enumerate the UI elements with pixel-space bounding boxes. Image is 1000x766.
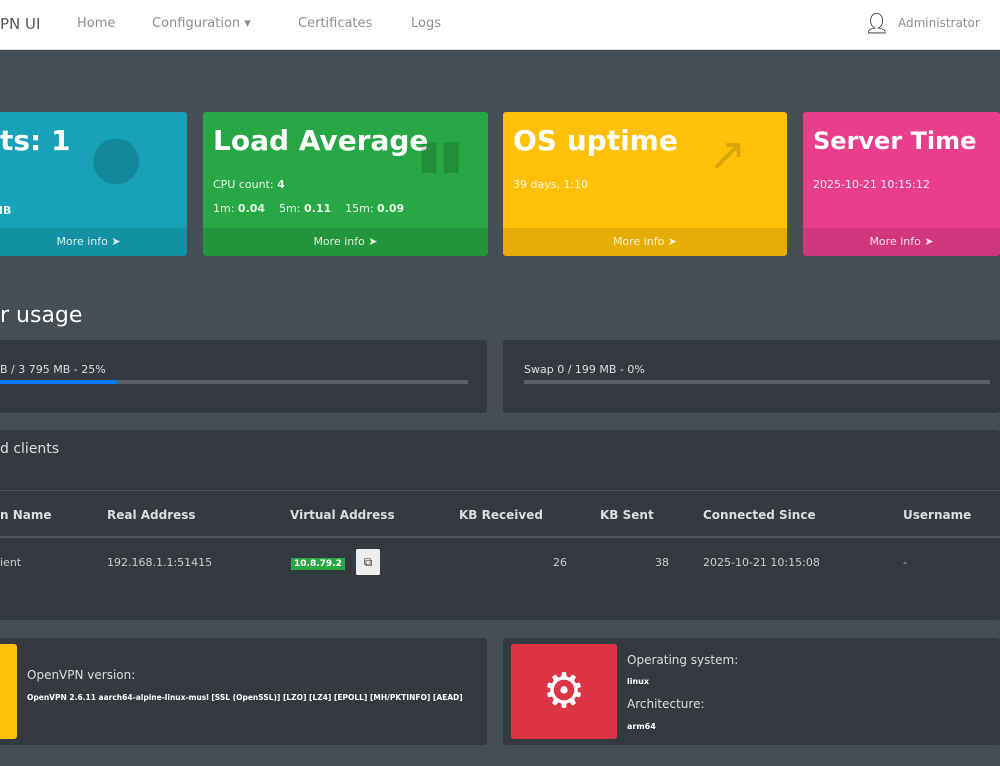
l5-label: 5m: <box>279 202 301 215</box>
memory-progress-fill <box>0 380 117 384</box>
cell-real-address: 192.168.1.1:51415 <box>107 556 213 569</box>
col-kb-sent[interactable]: KB Sent <box>600 508 654 522</box>
load-values: 1m: 0.04 5m: 0.11 15m: 0.09 <box>213 202 404 215</box>
l15-label: 15m: <box>345 202 374 215</box>
more-info-link[interactable]: More info ➤ <box>203 228 488 256</box>
uptime-box: OS uptime 39 days, 1:10 ↗ More info ➤ <box>503 112 787 256</box>
col-name[interactable]: n Name <box>0 508 52 522</box>
server-time-box: Server Time 2025-10-21 10:15:12 More inf… <box>803 112 1000 256</box>
box-title: ts: 1 <box>0 124 71 157</box>
memory-progress <box>0 380 468 384</box>
nav-configuration[interactable]: Configuration ▾ <box>152 16 251 31</box>
brand[interactable]: PN UI <box>0 15 40 33</box>
swap-card: Swap 0 / 199 MB - 0% <box>503 340 1000 413</box>
cell-kb-received: 26 <box>553 556 567 569</box>
openvpn-info-box: OpenVPN version: OpenVPN 2.6.11 aarch64-… <box>0 638 487 745</box>
load-average-box: Load Average CPU count: 4 1m: 0.04 5m: 0… <box>203 112 488 256</box>
arch-value: arm64 <box>627 722 656 731</box>
box-text: MB <box>0 204 12 217</box>
cpu-label: CPU count: <box>213 178 274 191</box>
l15-value: 0.09 <box>377 202 405 215</box>
openvpn-label: OpenVPN version: <box>27 668 136 682</box>
navbar: PN UI Home Configuration ▾ Certificates … <box>0 0 1000 50</box>
divider <box>0 536 1000 538</box>
more-info-label: More info <box>56 235 108 248</box>
nav-logs[interactable]: Logs <box>411 16 441 31</box>
more-info-label: More info <box>869 235 921 248</box>
more-info-label: More info <box>313 235 365 248</box>
cell-name: ient <box>0 556 22 569</box>
system-info-box: ⚙ Operating system: linux Architecture: … <box>503 638 1000 745</box>
openvpn-value: OpenVPN 2.6.11 aarch64-alpine-linux-musl… <box>27 693 463 702</box>
users-icon: ● <box>90 122 143 192</box>
more-info-link[interactable]: More info ➤ <box>0 228 187 256</box>
col-connected-since[interactable]: Connected Since <box>703 508 816 522</box>
swap-progress <box>524 380 990 384</box>
memory-card: B / 3 795 MB - 25% <box>0 340 487 413</box>
nav-home[interactable]: Home <box>77 16 115 31</box>
more-info-label: More info <box>612 235 665 248</box>
col-virtual-address[interactable]: Virtual Address <box>290 508 395 522</box>
box-title: OS uptime <box>513 124 678 157</box>
os-label: Operating system: <box>627 653 739 667</box>
bar-chart-icon: ▮▮ <box>418 132 463 178</box>
arch-label: Architecture: <box>627 697 705 711</box>
user-menu[interactable]: Administrator <box>898 16 980 30</box>
info-icon-block <box>0 644 17 739</box>
virtual-address-badge: 10.8.79.2 <box>291 558 345 570</box>
gears-icon: ⚙ <box>511 644 617 739</box>
cell-username: - <box>903 556 907 569</box>
col-username[interactable]: Username <box>903 508 971 522</box>
server-time-value: 2025-10-21 10:15:12 <box>813 178 930 191</box>
col-kb-received[interactable]: KB Received <box>459 508 543 522</box>
more-info-link[interactable]: More info ➤ <box>503 228 787 256</box>
l1-value: 0.04 <box>237 202 266 215</box>
cell-connected-since: 2025-10-21 10:15:08 <box>703 556 820 569</box>
swap-text: Swap 0 / 199 MB - 0% <box>524 363 645 376</box>
box-title: Server Time <box>813 127 977 155</box>
divider <box>0 490 1000 491</box>
more-info-link[interactable]: More info ➤ <box>803 228 1000 256</box>
uptime-value: 39 days, 1:10 <box>513 178 589 191</box>
copy-icon[interactable]: ⧉ <box>356 549 380 575</box>
clients-heading: d clients <box>0 441 60 457</box>
l5-value: 0.11 <box>303 202 332 215</box>
memory-heading: r usage <box>0 303 83 328</box>
cpu-count: CPU count: 4 <box>213 178 285 191</box>
cpu-value: 4 <box>277 178 285 191</box>
os-value: linux <box>627 677 650 686</box>
l1-label: 1m: <box>213 202 235 215</box>
trend-up-icon: ↗ <box>708 127 747 181</box>
memory-text: B / 3 795 MB - 25% <box>0 363 106 376</box>
cell-kb-sent: 38 <box>655 556 669 569</box>
nav-certificates[interactable]: Certificates <box>298 16 372 31</box>
clients-card: d clients <box>0 430 1000 620</box>
user-icon[interactable]: 👤︎ <box>864 11 889 35</box>
col-real-address[interactable]: Real Address <box>107 508 196 522</box>
box-title: Load Average <box>213 124 429 157</box>
clients-box: ts: 1 MB ● More info ➤ <box>0 112 187 256</box>
